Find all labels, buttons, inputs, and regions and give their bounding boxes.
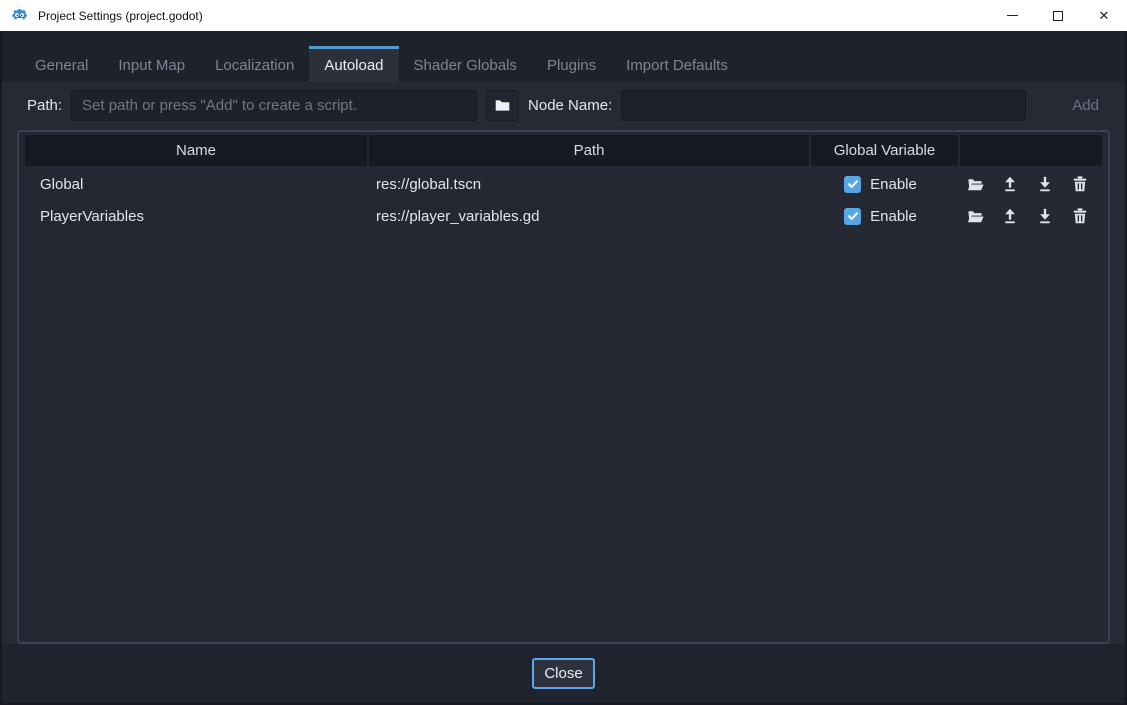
checkmark-icon	[847, 178, 859, 190]
autoload-path: res://player_variables.gd	[367, 200, 807, 232]
minimize-button[interactable]	[989, 0, 1035, 31]
window-title: Project Settings (project.godot)	[38, 9, 203, 23]
enable-label: Enable	[870, 176, 917, 193]
minimize-icon	[1007, 15, 1018, 16]
column-header-path: Path	[369, 135, 809, 166]
tab-import-defaults[interactable]: Import Defaults	[611, 46, 743, 82]
table-rows: Global res://global.tscn Enable	[25, 168, 1102, 232]
move-down-icon	[1036, 207, 1054, 225]
path-input[interactable]	[71, 90, 477, 121]
open-folder-icon	[966, 175, 985, 194]
column-header-global-variable: Global Variable	[811, 135, 958, 166]
autoload-name: Global	[25, 168, 367, 200]
godot-logo-icon	[11, 7, 28, 24]
column-header-name: Name	[25, 135, 367, 166]
trash-icon	[1071, 175, 1089, 193]
open-scene-button[interactable]	[965, 174, 985, 194]
dialog-body: General Input Map Localization Autoload …	[0, 31, 1127, 705]
tab-bar: General Input Map Localization Autoload …	[2, 31, 1125, 82]
node-name-input[interactable]	[621, 90, 1026, 121]
maximize-button[interactable]	[1035, 0, 1081, 31]
autoload-name: PlayerVariables	[25, 200, 367, 232]
path-label: Path:	[27, 97, 62, 114]
maximize-icon	[1053, 11, 1063, 21]
delete-button[interactable]	[1070, 174, 1090, 194]
dialog-footer: Close	[2, 644, 1125, 703]
table-row[interactable]: Global res://global.tscn Enable	[25, 168, 1102, 200]
close-window-button[interactable]: ✕	[1081, 0, 1127, 31]
add-button[interactable]: Add	[1072, 97, 1099, 114]
open-scene-button[interactable]	[965, 206, 985, 226]
browse-path-button[interactable]	[486, 90, 519, 121]
close-icon: ✕	[1099, 9, 1110, 22]
autoload-list-panel: Name Path Global Variable Global res://g…	[17, 130, 1110, 644]
window-controls: ✕	[989, 0, 1127, 31]
tab-general[interactable]: General	[20, 46, 103, 82]
tab-localization[interactable]: Localization	[200, 46, 309, 82]
table-row[interactable]: PlayerVariables res://player_variables.g…	[25, 200, 1102, 232]
move-up-icon	[1001, 175, 1019, 193]
project-settings-window: Project Settings (project.godot) ✕ Gener…	[0, 0, 1127, 705]
autoload-path: res://global.tscn	[367, 168, 807, 200]
titlebar: Project Settings (project.godot) ✕	[0, 0, 1127, 31]
tab-plugins[interactable]: Plugins	[532, 46, 611, 82]
tab-shader-globals[interactable]: Shader Globals	[399, 46, 532, 82]
node-name-label: Node Name:	[528, 97, 612, 114]
move-down-button[interactable]	[1035, 174, 1055, 194]
move-up-button[interactable]	[1000, 174, 1020, 194]
tab-autoload[interactable]: Autoload	[309, 46, 398, 82]
enable-checkbox[interactable]	[844, 208, 861, 225]
tab-input-map[interactable]: Input Map	[103, 46, 200, 82]
move-up-icon	[1001, 207, 1019, 225]
checkmark-icon	[847, 210, 859, 222]
enable-checkbox[interactable]	[844, 176, 861, 193]
column-header-actions	[960, 135, 1102, 166]
open-folder-icon	[966, 207, 985, 226]
close-dialog-button[interactable]: Close	[532, 658, 594, 689]
table-header: Name Path Global Variable	[25, 135, 1102, 166]
enable-label: Enable	[870, 208, 917, 225]
move-down-icon	[1036, 175, 1054, 193]
delete-button[interactable]	[1070, 206, 1090, 226]
folder-icon	[494, 97, 511, 114]
move-down-button[interactable]	[1035, 206, 1055, 226]
move-up-button[interactable]	[1000, 206, 1020, 226]
trash-icon	[1071, 207, 1089, 225]
autoload-toolbar: Path: Node Name: Add	[2, 82, 1125, 129]
